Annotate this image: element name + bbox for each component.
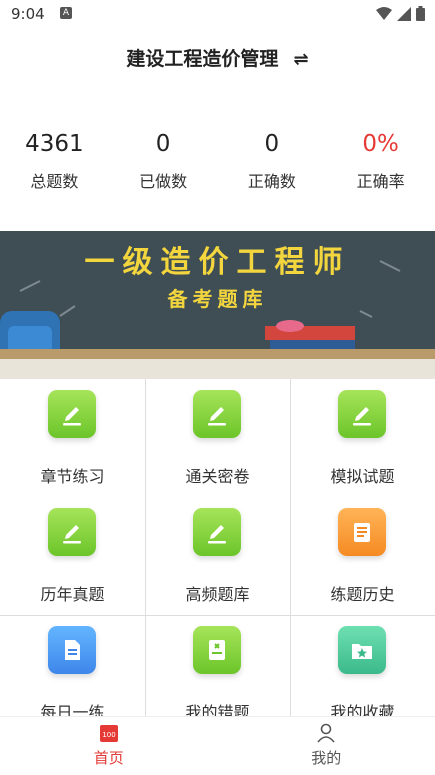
stat-value: 4361 [0, 128, 109, 160]
scroll-icon [338, 508, 386, 556]
page-title: 建设工程造价管理 [126, 48, 278, 70]
document-icon [48, 626, 96, 674]
pencil-icon [338, 390, 386, 438]
pencil-icon [48, 390, 96, 438]
tab-home[interactable]: 100 首页 [0, 717, 218, 775]
bottom-tab-bar: 100 首页 我的 [0, 716, 435, 775]
menu-item-past-exams[interactable]: 历年真题 [0, 497, 145, 615]
menu-item-label: 模拟试题 [290, 463, 435, 487]
tab-label: 我的 [218, 747, 435, 768]
menu-item-label: 章节练习 [0, 463, 145, 487]
pencil-icon [193, 508, 241, 556]
menu-item-my-mistakes[interactable]: 我的错题 [145, 615, 290, 716]
menu-item-label: 我的错题 [145, 699, 290, 716]
signal-icon [397, 7, 411, 21]
stat-value: 0% [326, 128, 435, 160]
home-badge-text: 100 [102, 731, 115, 739]
star-folder-icon [338, 626, 386, 674]
banner-desk [0, 359, 435, 379]
stat-label: 总题数 [0, 168, 109, 192]
menu-item-daily-practice[interactable]: 每日一练 [0, 615, 145, 716]
home-calendar-icon: 100 [99, 723, 119, 743]
banner-subtitle: 备考题库 [0, 283, 435, 312]
grid-divider [0, 615, 435, 616]
menu-item-my-favorites[interactable]: 我的收藏 [290, 615, 435, 716]
menu-item-practice-history[interactable]: 练题历史 [290, 497, 435, 615]
menu-item-label: 练题历史 [290, 581, 435, 605]
menu-item-label: 每日一练 [0, 699, 145, 716]
status-time: 9:04 [11, 5, 45, 23]
system-icons [376, 6, 425, 21]
stat-correct: 0 正确数 [218, 128, 327, 192]
battery-icon [416, 6, 425, 21]
menu-item-label: 我的收藏 [290, 699, 435, 716]
stat-accuracy: 0% 正确率 [326, 128, 435, 192]
banner[interactable]: 一级造价工程师 备考题库 [0, 231, 435, 379]
pencil-icon [193, 390, 241, 438]
switch-subject-icon[interactable]: ⇌ [294, 49, 309, 70]
header: 建设工程造价管理 ⇌ [0, 44, 435, 74]
menu-grid: 章节练习 通关密卷 模拟试题 历年真题 高频题库 练题历史 每日 [0, 379, 435, 716]
pencil-icon [48, 508, 96, 556]
person-icon [316, 723, 336, 743]
status-bar: 9:04 A [0, 0, 435, 28]
grid-divider [290, 379, 291, 716]
stat-label: 正确数 [218, 168, 327, 192]
wifi-icon [376, 7, 392, 21]
menu-item-label: 通关密卷 [145, 463, 290, 487]
grid-divider [145, 379, 146, 716]
menu-item-label: 高频题库 [145, 581, 290, 605]
stat-label: 已做数 [109, 168, 218, 192]
menu-item-chapter-practice[interactable]: 章节练习 [0, 379, 145, 497]
stat-total: 4361 总题数 [0, 128, 109, 192]
app-notification-icon: A [60, 7, 72, 19]
stat-value: 0 [109, 128, 218, 160]
stats-row: 4361 总题数 0 已做数 0 正确数 0% 正确率 [0, 128, 435, 192]
tab-label: 首页 [0, 747, 218, 768]
menu-item-label: 历年真题 [0, 581, 145, 605]
stat-label: 正确率 [326, 168, 435, 192]
banner-title: 一级造价工程师 [0, 237, 435, 281]
stat-done: 0 已做数 [109, 128, 218, 192]
banner-shelf [0, 349, 435, 359]
menu-item-mock-exam[interactable]: 模拟试题 [290, 379, 435, 497]
menu-item-high-frequency[interactable]: 高频题库 [145, 497, 290, 615]
error-book-icon [193, 626, 241, 674]
tab-profile[interactable]: 我的 [218, 717, 435, 775]
menu-item-pass-papers[interactable]: 通关密卷 [145, 379, 290, 497]
stat-value: 0 [218, 128, 327, 160]
